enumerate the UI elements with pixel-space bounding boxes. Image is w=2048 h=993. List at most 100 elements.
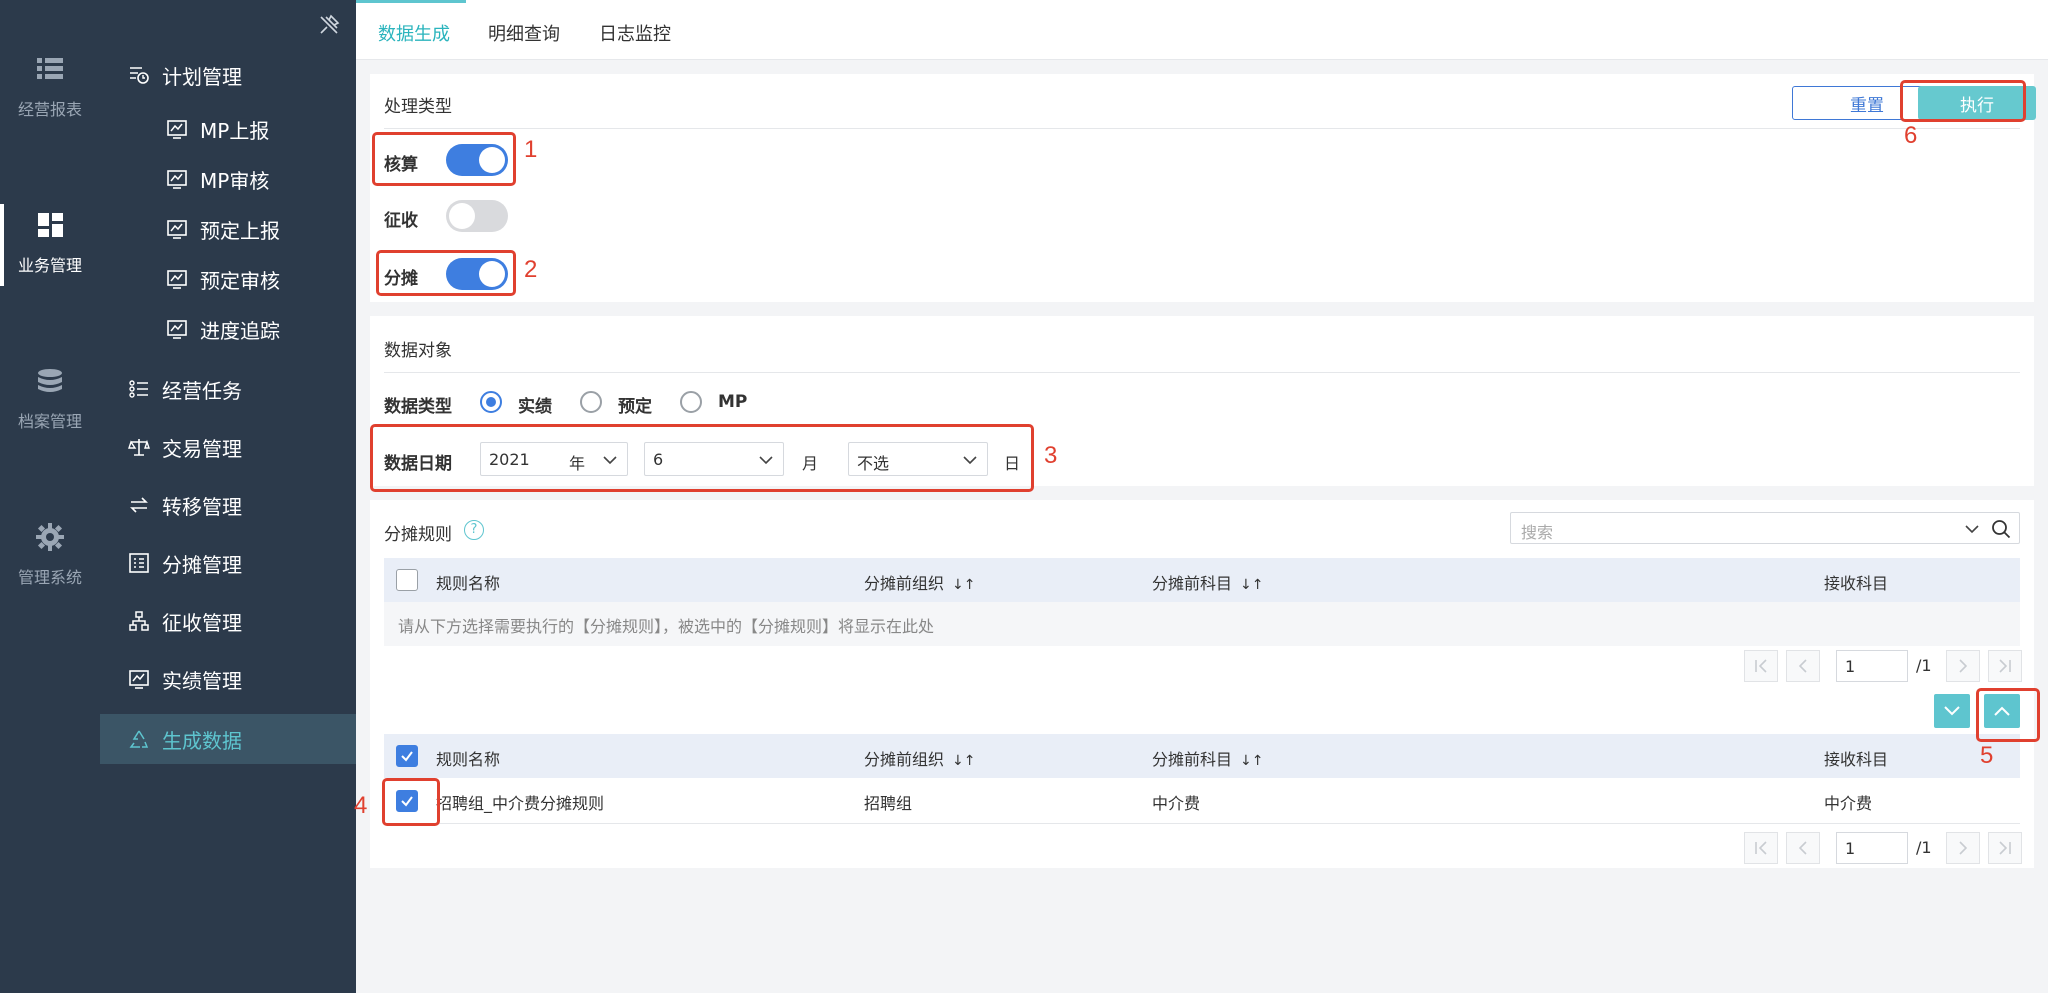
tab-data-generation[interactable]: 数据生成 [378, 20, 450, 46]
track-icon [167, 320, 187, 339]
rail-item-system[interactable]: 管理系统 [0, 522, 100, 588]
annotation-box-3 [370, 424, 1034, 492]
nav-item-levy[interactable]: 征收管理 [100, 596, 356, 646]
rail-item-reports[interactable]: 经营报表 [0, 54, 100, 120]
cell-rule-name: 招聘组_中介费分摊规则 [436, 794, 605, 813]
plan-icon [130, 67, 149, 84]
rail-label: 档案管理 [17, 412, 82, 431]
nav-label: 预定上报 [200, 218, 280, 243]
nav-item-trade[interactable]: 交易管理 [100, 422, 356, 472]
nav-item-booking-report[interactable]: 预定上报 [100, 204, 356, 254]
page-total-bottom: /1 [1916, 838, 1932, 857]
annotation-number-1: 1 [524, 136, 538, 163]
nav-item-progress[interactable]: 进度追踪 [100, 304, 356, 354]
nav-label: 转移管理 [162, 494, 242, 519]
annotation-box-1 [372, 132, 516, 186]
last-page-button[interactable] [1988, 650, 2022, 682]
divider [384, 372, 2020, 373]
tab-bar: 数据生成 明细查询 日志监控 [356, 0, 2048, 60]
tab-detail-query[interactable]: 明细查询 [488, 20, 560, 46]
selected-rules-header: 规则名称 分摊前组织 ↓↑ 分摊前科目 ↓↑ 接收科目 [384, 558, 2020, 602]
sort-icon[interactable]: ↓↑ [952, 753, 975, 769]
select-all-checkbox-bottom[interactable] [396, 745, 418, 767]
radio-booking[interactable] [580, 391, 602, 413]
chevron-down-icon[interactable] [1965, 522, 1979, 536]
help-icon[interactable]: ? [464, 520, 484, 540]
levy-switch[interactable] [446, 200, 508, 232]
column-receive-subject: 接收科目 [1824, 750, 1889, 769]
table-row[interactable]: 招聘组_中介费分摊规则 招聘组 中介费 中介费 [384, 778, 2020, 824]
switch-label-levy: 征收 [384, 211, 418, 231]
page-total-top: /1 [1916, 656, 1932, 675]
next-page-button[interactable] [1946, 832, 1980, 864]
nav-item-mp-audit[interactable]: MP审核 [100, 154, 356, 204]
nav-label: 实绩管理 [162, 668, 242, 693]
available-rules-header: 规则名称 分摊前组织 ↓↑ 分摊前科目 ↓↑ 接收科目 [384, 734, 2020, 778]
rail-item-archives[interactable]: 档案管理 [0, 366, 100, 432]
column-rule-name: 规则名称 [436, 750, 501, 769]
last-page-button[interactable] [1988, 832, 2022, 864]
tab-log-monitor[interactable]: 日志监控 [599, 20, 671, 46]
search-icon[interactable] [1991, 519, 2011, 539]
annotation-number-2: 2 [524, 256, 538, 283]
annotation-box-6 [1900, 80, 2026, 122]
recycle-icon [129, 730, 149, 748]
audit-icon [167, 170, 187, 189]
page-input-top[interactable]: 1 [1836, 650, 1908, 682]
first-page-button[interactable] [1744, 650, 1778, 682]
column-source-org[interactable]: 分摊前组织 ↓↑ [864, 746, 975, 770]
cell-receive-subject: 中介费 [1824, 794, 1873, 813]
nav-item-tasks[interactable]: 经营任务 [100, 364, 356, 414]
page-input-bottom[interactable]: 1 [1836, 832, 1908, 864]
annotation-box-2 [376, 250, 516, 296]
column-source-org[interactable]: 分摊前组织 ↓↑ [864, 570, 975, 594]
next-page-button[interactable] [1946, 650, 1980, 682]
first-page-button[interactable] [1744, 832, 1778, 864]
rail-item-business[interactable]: 业务管理 [0, 204, 100, 286]
task-icon [129, 380, 148, 398]
nav-label: MP上报 [200, 118, 270, 143]
rail-label: 管理系统 [17, 568, 82, 587]
radio-actual[interactable] [480, 391, 502, 413]
nav-item-transfer[interactable]: 转移管理 [100, 480, 356, 530]
rule-search-input[interactable]: 搜索 [1510, 512, 2020, 544]
transfer-icon [130, 497, 148, 513]
empty-selection-message: 请从下方选择需要执行的【分摊规则】，被选中的【分摊规则】将显示在此处 [384, 602, 2020, 646]
main-content: 数据生成 明细查询 日志监控 处理类型 重置 执行 核算 征收 分摊 数据对象 … [356, 0, 2048, 993]
divider [384, 128, 2020, 129]
select-all-checkbox-top[interactable] [396, 569, 418, 591]
nav-item-booking-audit[interactable]: 预定审核 [100, 254, 356, 304]
search-placeholder: 搜索 [1521, 523, 1554, 542]
column-source-subject[interactable]: 分摊前科目 ↓↑ [1152, 570, 1263, 594]
sort-icon[interactable]: ↓↑ [1240, 577, 1263, 593]
cell-source-subject: 中介费 [1152, 794, 1201, 813]
nav-label: 生成数据 [162, 728, 242, 753]
nav-item-generate-data[interactable]: 生成数据 [100, 714, 356, 764]
column-rule-name: 规则名称 [436, 574, 501, 593]
nav-label: 进度追踪 [200, 318, 280, 343]
rail-label: 业务管理 [17, 256, 82, 275]
column-source-subject[interactable]: 分摊前科目 ↓↑ [1152, 746, 1263, 770]
chart-icon [129, 670, 149, 689]
radio-label-mp: MP [718, 392, 748, 412]
nav-item-actual[interactable]: 实绩管理 [100, 654, 356, 704]
prev-page-button[interactable] [1786, 650, 1820, 682]
sort-icon[interactable]: ↓↑ [952, 577, 975, 593]
gear-icon [36, 523, 64, 551]
cell-source-org: 招聘组 [864, 794, 913, 813]
nav-label: 预定审核 [200, 268, 280, 293]
radio-mp[interactable] [680, 391, 702, 413]
prev-page-button[interactable] [1786, 832, 1820, 864]
rail-label: 经营报表 [17, 100, 82, 119]
move-down-button[interactable] [1934, 694, 1970, 728]
allocation-rules-card: 分摊规则 ? 搜索 规则名称 分摊前组织 ↓↑ 分摊前科目 ↓↑ 接收科目 请从下方… [370, 500, 2034, 868]
annotation-number-4: 4 [354, 792, 368, 819]
unpin-icon[interactable] [318, 14, 340, 36]
sub-navigation: 计划管理 MP上报 MP审核 预定上报 预定审核 进度追踪 经营任务 交易管理 … [100, 0, 356, 993]
nav-label: 征收管理 [162, 610, 242, 635]
sort-icon[interactable]: ↓↑ [1240, 753, 1263, 769]
nav-item-allocation[interactable]: 分摊管理 [100, 538, 356, 588]
nav-label: 经营任务 [162, 378, 242, 403]
nav-item-plan[interactable]: 计划管理 [100, 50, 356, 100]
nav-item-mp-report[interactable]: MP上报 [100, 104, 356, 154]
